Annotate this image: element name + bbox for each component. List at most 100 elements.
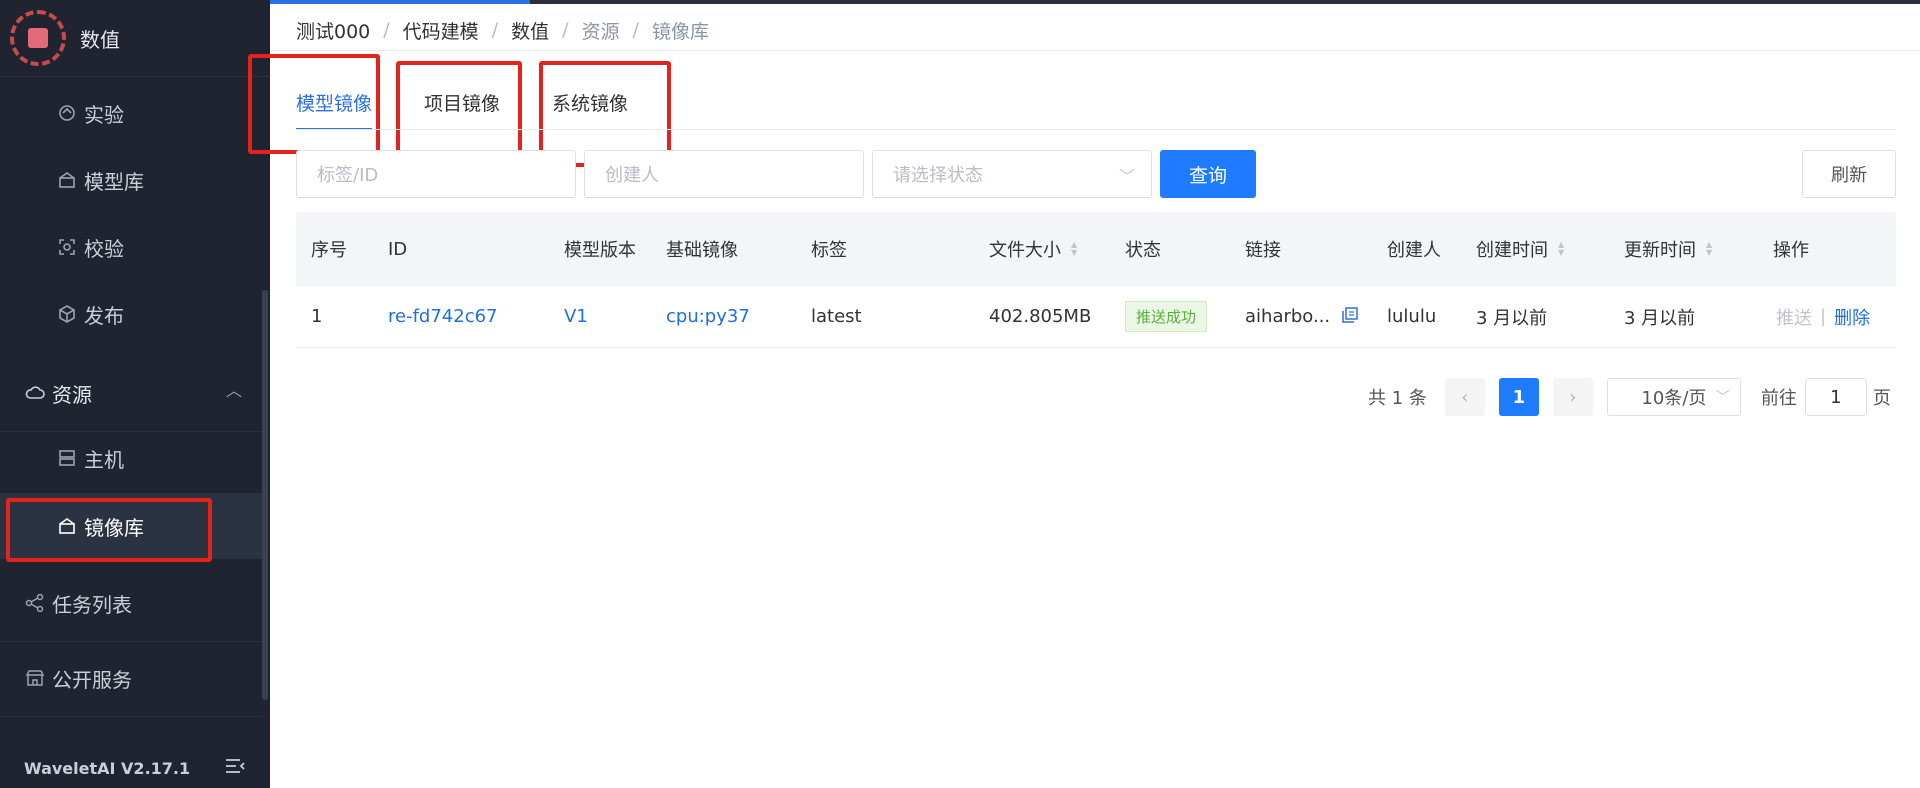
sidebar-item-resources[interactable]: 资源 ︿ xyxy=(0,355,262,432)
sidebar-item-tasks[interactable]: 任务列表 xyxy=(0,565,262,642)
chevron-down-icon: ﹀ xyxy=(1715,390,1730,406)
sidebar: 数值 实验 模型库 校验 发布 资源 ︿ 主机 镜像库 任务列表 公开服务 Wa… xyxy=(0,0,270,788)
copy-icon[interactable] xyxy=(1342,306,1358,327)
status-select-placeholder: 请选择状态 xyxy=(893,165,983,186)
cell-size: 402.805MB xyxy=(989,306,1092,327)
table-row: 1 re-fd742c67 V1 cpu:py37 latest 402.805… xyxy=(296,286,1896,348)
column-header-size[interactable]: 文件大小 ▲ ▼ xyxy=(989,212,1077,286)
link-text: aiharbo... xyxy=(1245,306,1331,327)
cell-id-link[interactable]: re-fd742c67 xyxy=(388,286,498,347)
page-size-value: 10条/页 xyxy=(1641,388,1707,409)
total-count: 共 1 条 xyxy=(1368,388,1427,409)
highlight-box xyxy=(6,498,212,562)
action-separator: | xyxy=(1820,306,1827,327)
sidebar-item-experiment[interactable]: 实验 xyxy=(0,80,262,146)
breadcrumb-item[interactable]: 测试000 xyxy=(296,17,370,44)
version-label: WaveletAI V2.17.1 xyxy=(24,758,191,778)
status-badge: 推送成功 xyxy=(1125,301,1208,332)
push-button[interactable]: 推送 xyxy=(1776,304,1812,330)
cell-status: 推送成功 xyxy=(1125,286,1208,347)
sidebar-item-label: 模型库 xyxy=(84,169,144,194)
sidebar-scrollbar[interactable] xyxy=(262,290,268,700)
image-table: 序号 ID 模型版本 基础镜像 标签 文件大小 ▲ ▼ 状态 链接 创建人 创建时… xyxy=(296,212,1896,348)
sidebar-footer: WaveletAI V2.17.1 xyxy=(0,748,270,788)
sort-icon[interactable]: ▲ ▼ xyxy=(1558,241,1564,257)
experiment-icon xyxy=(56,102,78,124)
sidebar-item-publish[interactable]: 发布 xyxy=(0,281,262,347)
sort-icon[interactable]: ▲ ▼ xyxy=(1071,241,1077,257)
cell-version-link[interactable]: V1 xyxy=(564,286,588,347)
cell-tag: latest xyxy=(811,306,862,327)
refresh-button[interactable]: 刷新 xyxy=(1802,150,1896,198)
app-logo[interactable] xyxy=(10,10,66,66)
sidebar-item-host[interactable]: 主机 xyxy=(0,425,262,491)
delete-button[interactable]: 删除 xyxy=(1834,304,1870,330)
sidebar-item-model-library[interactable]: 模型库 xyxy=(0,147,262,213)
column-header: 序号 xyxy=(311,240,347,261)
breadcrumb-item[interactable]: 代码建模 xyxy=(403,17,479,44)
sidebar-item-label: 任务列表 xyxy=(52,592,132,617)
tabs-divider xyxy=(296,129,1896,130)
sidebar-item-verify[interactable]: 校验 xyxy=(0,214,262,280)
tab-model-image[interactable]: 模型镜像 xyxy=(296,86,373,130)
collapse-menu-icon[interactable] xyxy=(224,757,246,779)
creator-input[interactable]: 创建人 xyxy=(584,150,864,198)
verify-icon xyxy=(56,236,78,258)
column-header-label: 创建时间 xyxy=(1476,240,1548,261)
column-header: 创建人 xyxy=(1387,240,1441,261)
app-title: 数值 xyxy=(80,27,120,52)
query-button[interactable]: 查询 xyxy=(1160,150,1256,198)
sidebar-item-label: 发布 xyxy=(84,303,124,328)
cell-created: 3 月以前 xyxy=(1476,307,1548,329)
goto-label: 前往 xyxy=(1760,388,1797,409)
cell-link: aiharbo... xyxy=(1245,286,1358,347)
breadcrumb: 测试000 / 代码建模 / 数值 / 资源 / 镜像库 xyxy=(296,16,709,44)
image-tabs: 模型镜像 项目镜像 系统镜像 xyxy=(296,86,680,130)
cell-base-image-link[interactable]: cpu:py37 xyxy=(666,286,750,347)
sidebar-item-label: 资源 xyxy=(52,382,92,407)
breadcrumb-current: 镜像库 xyxy=(651,20,709,43)
chevron-up-icon: ︿ xyxy=(225,381,242,400)
sort-icon[interactable]: ▲ ▼ xyxy=(1706,241,1712,257)
model-library-icon xyxy=(56,169,78,191)
tab-project-image[interactable]: 项目镜像 xyxy=(424,86,500,130)
column-header: ID xyxy=(388,238,408,260)
breadcrumb-separator: / xyxy=(383,19,390,41)
breadcrumb-item: 资源 xyxy=(581,20,620,43)
column-header-label: 更新时间 xyxy=(1624,240,1696,261)
column-header-created[interactable]: 创建时间 ▲ ▼ xyxy=(1476,212,1564,286)
breadcrumb-separator: / xyxy=(562,19,569,41)
pagination: 共 1 条 ‹ 1 › 10条/页 ﹀ 前往 1 页 xyxy=(1368,378,1891,416)
sidebar-item-label: 校验 xyxy=(84,236,124,261)
status-select[interactable]: 请选择状态 ﹀ xyxy=(872,150,1152,198)
progress-fill xyxy=(270,0,530,4)
tag-id-input[interactable]: 标签/ID xyxy=(296,150,576,198)
sidebar-item-public-service[interactable]: 公开服务 xyxy=(0,640,262,717)
goto-page-input[interactable]: 1 xyxy=(1804,378,1867,416)
sidebar-item-label: 实验 xyxy=(84,102,124,127)
tab-system-image[interactable]: 系统镜像 xyxy=(552,86,628,130)
header-divider xyxy=(270,50,1920,51)
column-header: 操作 xyxy=(1773,240,1809,261)
page-size-select[interactable]: 10条/页 ﹀ xyxy=(1606,378,1741,416)
table-header: 序号 ID 模型版本 基础镜像 标签 文件大小 ▲ ▼ 状态 链接 创建人 创建时… xyxy=(296,212,1896,286)
cloud-icon xyxy=(24,382,46,404)
server-icon xyxy=(56,447,78,469)
column-header: 状态 xyxy=(1125,240,1161,261)
column-header-updated[interactable]: 更新时间 ▲ ▼ xyxy=(1624,212,1712,286)
breadcrumb-item[interactable]: 数值 xyxy=(511,17,549,44)
store-icon xyxy=(24,667,46,689)
page-number-current[interactable]: 1 xyxy=(1498,378,1539,416)
column-header-label: 文件大小 xyxy=(989,240,1061,261)
next-page-button[interactable]: › xyxy=(1552,378,1593,416)
prev-page-button[interactable]: ‹ xyxy=(1444,378,1485,416)
sidebar-header: 数值 xyxy=(0,0,270,77)
breadcrumb-separator: / xyxy=(491,19,499,41)
column-header: 模型版本 xyxy=(564,240,636,261)
publish-icon xyxy=(56,303,78,325)
cell-updated: 3 月以前 xyxy=(1624,307,1696,329)
cell-actions: 推送 | 删除 xyxy=(1776,286,1870,347)
column-header: 基础镜像 xyxy=(666,240,738,261)
column-header: 标签 xyxy=(811,240,847,261)
top-progress-bar xyxy=(270,0,1920,4)
